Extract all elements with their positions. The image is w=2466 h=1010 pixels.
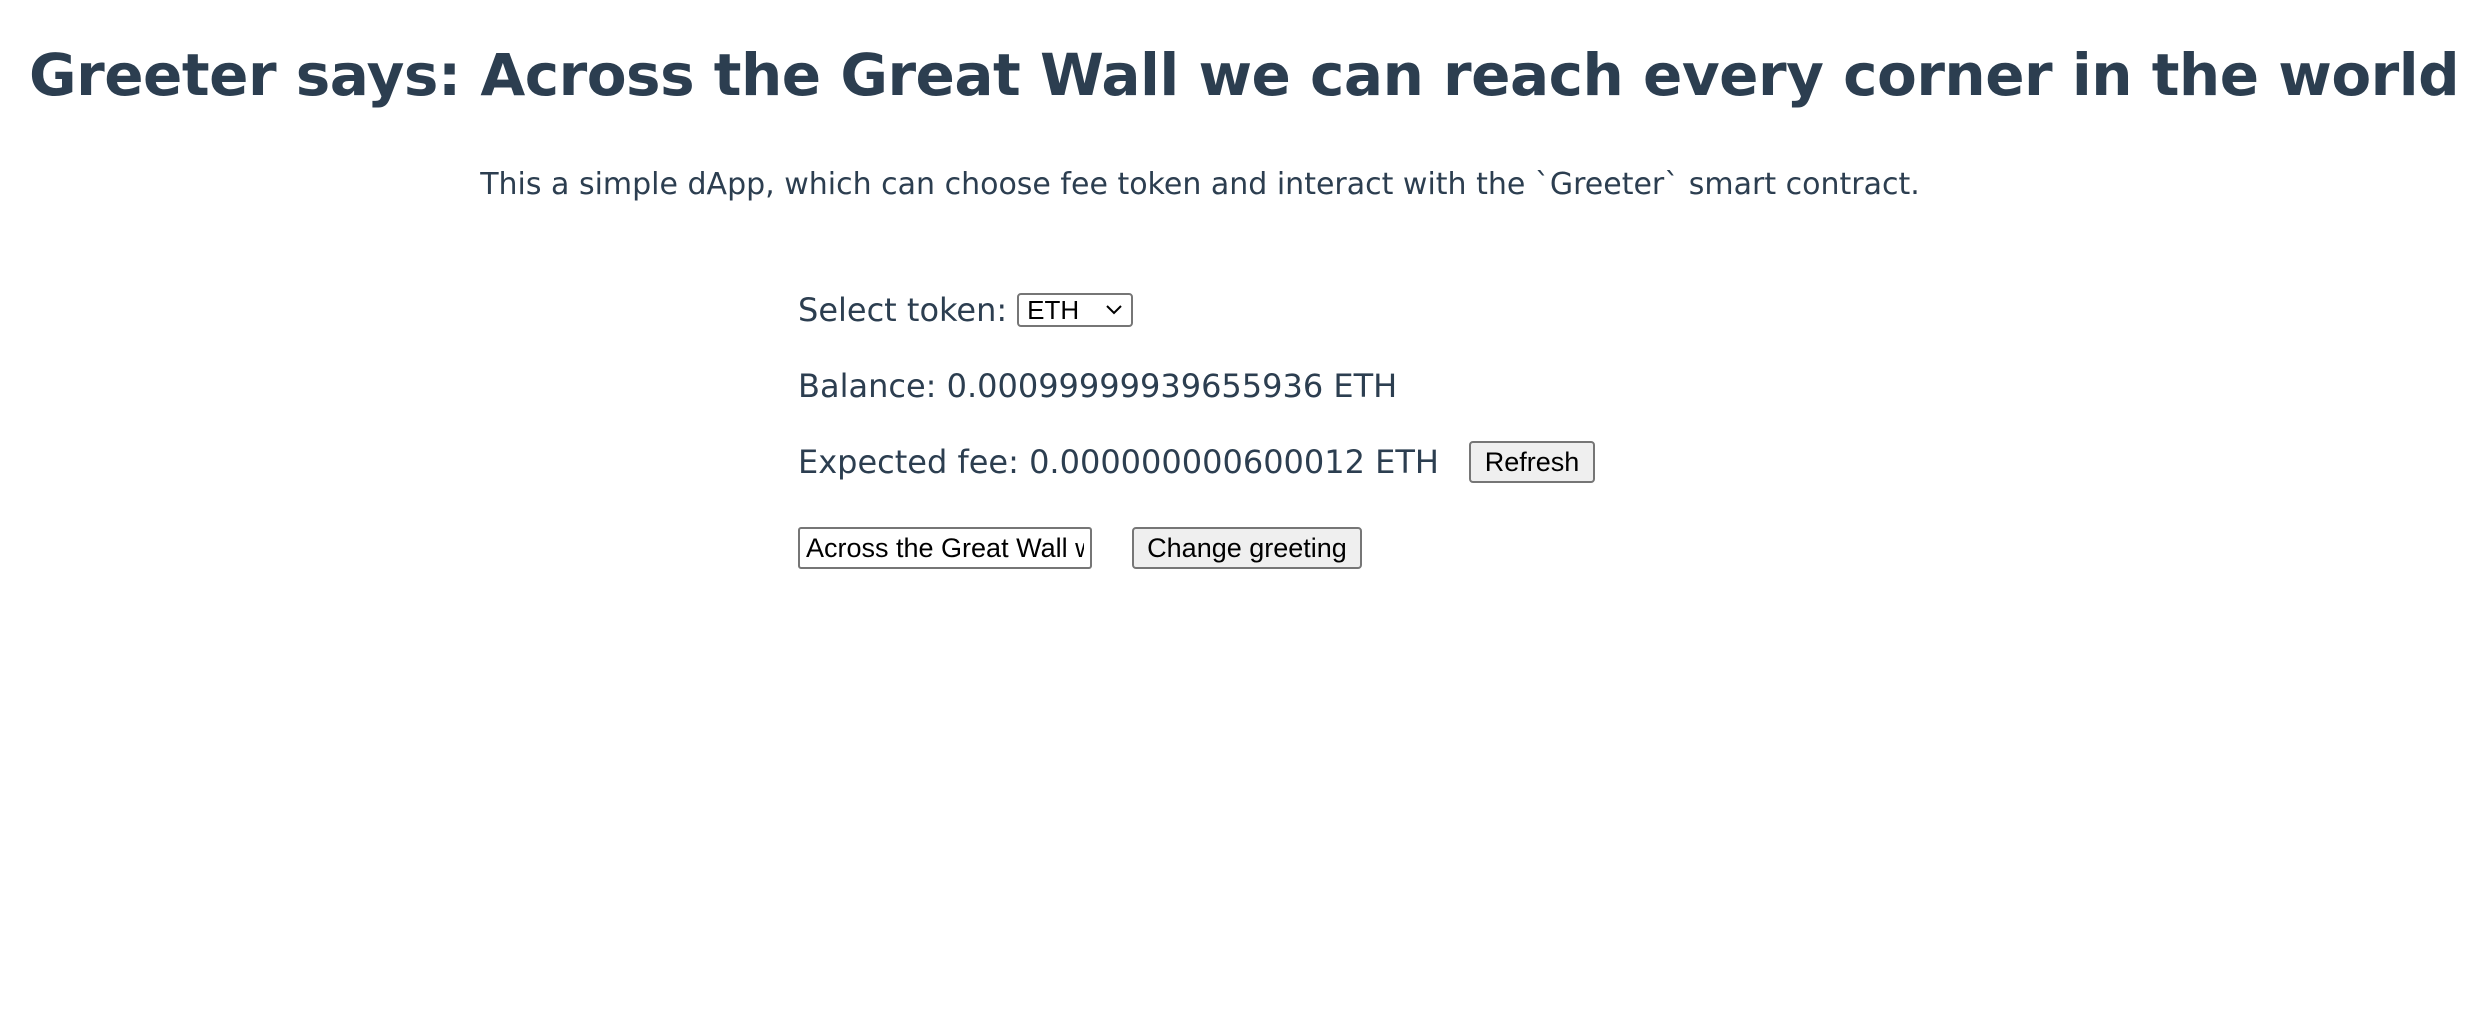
page-title: Greeter says: Across the Great Wall we c… [29, 30, 2466, 120]
token-select-value: ETH [1027, 294, 1080, 325]
balance-row: Balance: 0.00099999939655936 ETH [798, 362, 1595, 410]
select-token-label: Select token: [798, 291, 1008, 329]
greeter-title-text: Greeter says: Across the Great Wall we c… [29, 41, 2460, 109]
expected-fee-text: Expected fee: 0.000000000600012 ETH [798, 443, 1439, 481]
greeting-input[interactable] [798, 527, 1092, 569]
chevron-down-icon [1106, 305, 1122, 315]
token-select[interactable]: ETH [1017, 293, 1134, 327]
refresh-button[interactable]: Refresh [1468, 441, 1595, 483]
token-row: Select token: ETH [798, 286, 1595, 334]
balance-text: Balance: 0.00099999939655936 ETH [798, 367, 1398, 405]
change-greeting-button[interactable]: Change greeting [1132, 527, 1362, 569]
greeting-row: Change greeting [798, 524, 1595, 572]
greeter-panel: Select token: ETH Balance: 0.00099999939… [798, 286, 1595, 572]
fee-row: Expected fee: 0.000000000600012 ETH Refr… [798, 438, 1595, 486]
page-subtitle: This a simple dApp, which can choose fee… [480, 167, 1920, 202]
